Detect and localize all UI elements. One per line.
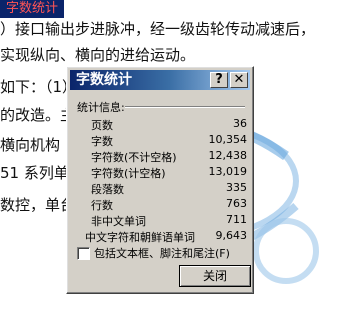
document-line: 实现纵向、横向的进给运动。: [0, 46, 196, 64]
include-textboxes-option[interactable]: 包括文本框、脚注和尾注(F): [77, 245, 252, 261]
selection-highlight: 字数统计: [0, 0, 65, 18]
dialog-title: 字数统计: [76, 72, 132, 88]
word-count-dialog: 字数统计 ? ✕ 统计信息: 页数 36 字数 10,354 字符数(不计空格)…: [66, 66, 254, 294]
stat-label: 非中文单词: [91, 215, 146, 228]
include-textboxes-label[interactable]: 包括文本框、脚注和尾注(F): [94, 245, 230, 261]
statistics-group-label: 统计信息:: [77, 101, 125, 114]
stat-value: 711: [226, 213, 247, 226]
stat-value: 763: [226, 197, 247, 210]
stat-row-non-chinese-words: 非中文单词 711: [91, 213, 249, 229]
stat-label: 字符数(不计空格): [91, 151, 177, 164]
stat-label: 页数: [91, 119, 113, 132]
stat-label: 中文字符和朝鲜语单词: [85, 231, 195, 244]
stat-value: 12,438: [208, 149, 248, 162]
stat-row-lines: 行数 763: [91, 197, 249, 213]
stat-label: 段落数: [91, 183, 124, 196]
stat-label: 字符数(计空格): [91, 167, 166, 180]
stat-row-pages: 页数 36: [91, 117, 249, 133]
dialog-titlebar[interactable]: 字数统计 ? ✕: [70, 70, 250, 90]
close-icon[interactable]: ✕: [230, 72, 248, 88]
include-textboxes-checkbox[interactable]: [77, 247, 90, 260]
stat-row-asian-words: 中文字符和朝鲜语单词 9,643: [85, 229, 249, 245]
stat-value: 335: [226, 181, 247, 194]
help-button[interactable]: ?: [210, 72, 228, 88]
stat-row-words: 字数 10,354: [91, 133, 249, 149]
group-divider: [125, 106, 245, 108]
stat-row-chars-no-spaces: 字符数(不计空格) 12,438: [91, 149, 249, 165]
stat-label: 字数: [91, 135, 113, 148]
stat-row-chars-with-spaces: 字符数(计空格) 13,019: [91, 165, 249, 181]
document-line: ）接口输出步进脉冲，经一级齿轮传动减速后，: [0, 20, 316, 38]
close-button[interactable]: 关闭: [179, 265, 251, 287]
stat-label: 行数: [91, 199, 113, 212]
stat-value: 10,354: [208, 133, 248, 146]
stat-value: 13,019: [208, 165, 248, 178]
stat-value: 9,643: [215, 229, 248, 242]
stat-value: 36: [233, 117, 247, 130]
stat-row-paragraphs: 段落数 335: [91, 181, 249, 197]
